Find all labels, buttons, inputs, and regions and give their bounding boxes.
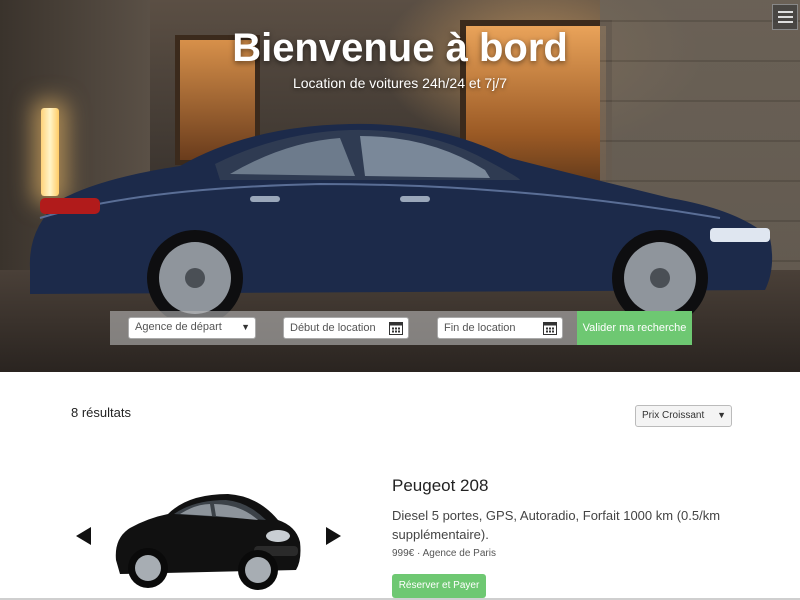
search-submit-button[interactable]: Valider ma recherche xyxy=(577,311,692,345)
end-date-field[interactable]: Fin de location xyxy=(437,317,563,339)
car-description: Diesel 5 portes, GPS, Autoradio, Forfait… xyxy=(392,508,721,542)
arrow-right-icon[interactable] xyxy=(326,527,341,545)
calendar-icon[interactable] xyxy=(543,321,557,335)
calendar-icon[interactable] xyxy=(389,321,403,335)
chevron-down-icon: ▼ xyxy=(717,410,726,420)
end-date-placeholder: Fin de location xyxy=(444,322,516,334)
agency-select[interactable]: Agence de départ ▼ xyxy=(128,317,256,339)
book-and-pay-button[interactable]: Réserver et Payer xyxy=(392,574,486,598)
car-name: Peugeot 208 xyxy=(392,476,489,495)
hero-banner: Bienvenue à bord Location de voitures 24… xyxy=(0,0,800,372)
arrow-left-icon[interactable] xyxy=(76,527,91,545)
search-bar: Agence de départ ▼ Début de location Fin… xyxy=(110,311,692,345)
hero-title: Bienvenue à bord xyxy=(232,26,568,70)
results-count: 8 résultats xyxy=(71,405,131,420)
hero-car-image xyxy=(29,123,773,318)
hero-subtitle: Location de voitures 24h/24 et 7j/7 xyxy=(292,75,508,91)
sort-select[interactable]: Prix Croissant ▼ xyxy=(635,405,732,427)
car-price-agency: 999€ · Agence de Paris xyxy=(392,548,496,559)
start-date-field[interactable]: Début de location xyxy=(283,317,409,339)
sort-select-value: Prix Croissant xyxy=(642,410,705,421)
start-date-placeholder: Début de location xyxy=(290,322,376,334)
agency-select-label: Agence de départ xyxy=(135,321,222,333)
chevron-down-icon: ▼ xyxy=(241,322,250,332)
menu-icon xyxy=(777,11,793,13)
car-thumbnail xyxy=(115,494,301,590)
